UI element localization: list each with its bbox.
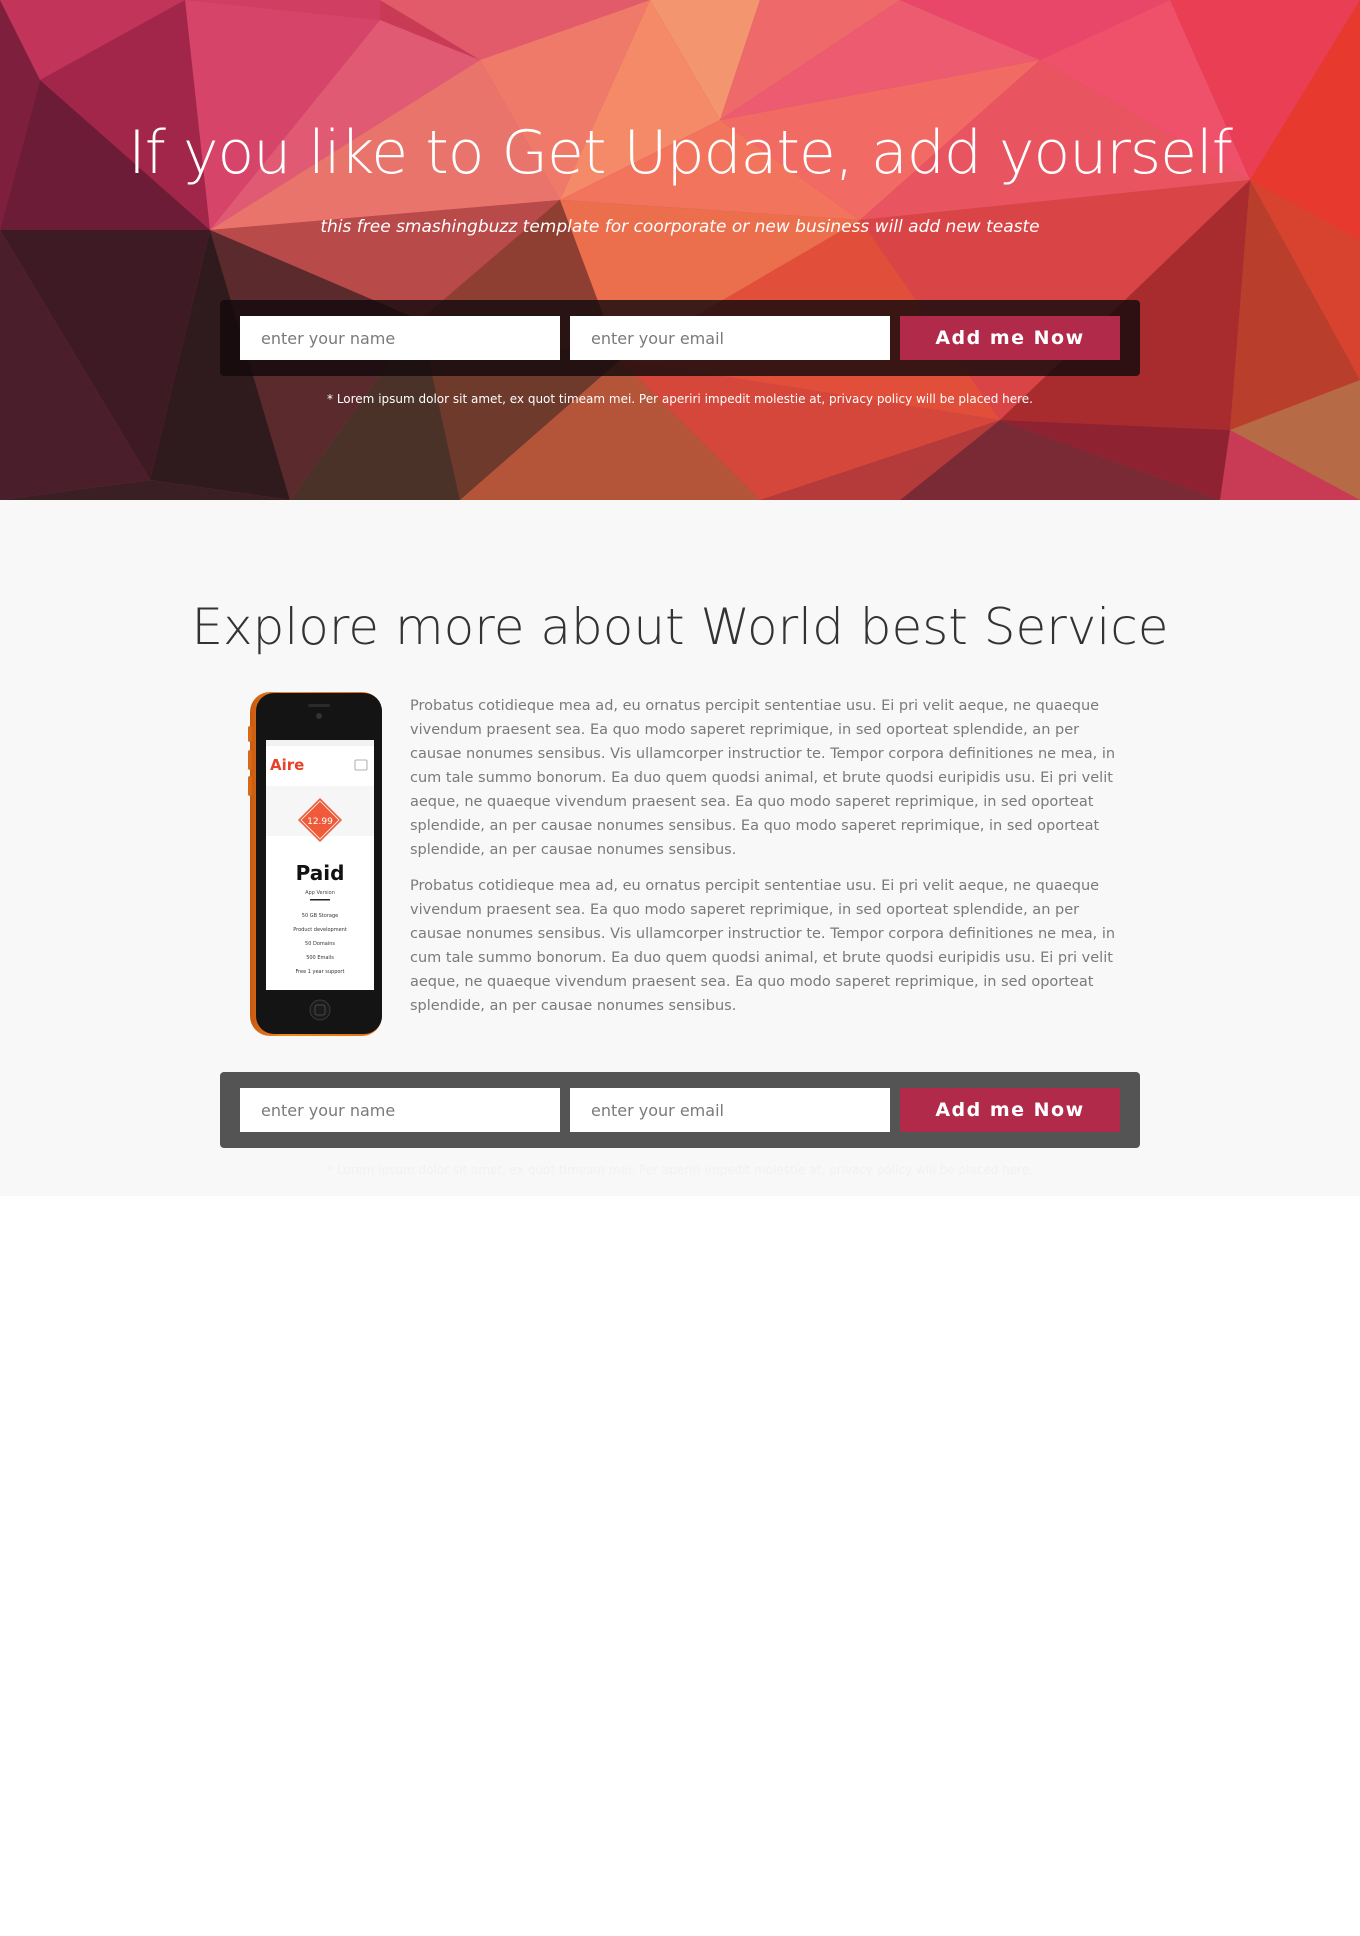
add-me-now-button[interactable]: Add me Now [900, 1088, 1120, 1132]
phone-feature-2: Product development [293, 927, 347, 933]
privacy-disclaimer-faint: * Lorem ipsum dolor sit amet, ex quot ti… [327, 1163, 1033, 1177]
service-paragraph-1: Probatus cotidieque mea ad, eu ornatus p… [410, 698, 1116, 858]
phone-plan-sub-text: App Version [305, 890, 335, 896]
polygon-background [0, 0, 1360, 500]
hero-title: If you like to Get Update, add yourself [128, 118, 1233, 188]
phone-price-text: 12.99 [307, 817, 333, 827]
email-input[interactable] [570, 1088, 890, 1132]
phone-feature-5: Free 1 year support [296, 969, 345, 975]
hero-section: If you like to Get Update, add yourself … [0, 0, 1360, 500]
signup-form-bottom: Add me Now [220, 1072, 1140, 1148]
service-paragraph-2: Probatus cotidieque mea ad, eu ornatus p… [410, 878, 1116, 1014]
email-input[interactable] [570, 316, 890, 360]
add-me-now-button[interactable]: Add me Now [900, 316, 1120, 360]
name-input[interactable] [240, 1088, 560, 1132]
section-title: Explore more about World best Service [191, 598, 1169, 656]
phone-feature-3: 50 Domains [305, 941, 335, 947]
hero-subtitle: this free smashingbuzz template for coor… [320, 217, 1040, 237]
name-input[interactable] [240, 316, 560, 360]
signup-form-top: Add me Now [220, 300, 1140, 376]
privacy-disclaimer: * Lorem ipsum dolor sit amet, ex quot ti… [327, 392, 1033, 406]
phone-mockup-image: Aire 12.99 Paid App Version 50 GB Storag… [248, 692, 382, 1036]
phone-feature-4: 500 Emails [306, 955, 334, 961]
phone-feature-1: 50 GB Storage [302, 913, 338, 919]
phone-brand-text: Aire [270, 756, 304, 774]
phone-plan-text: Paid [296, 861, 345, 885]
